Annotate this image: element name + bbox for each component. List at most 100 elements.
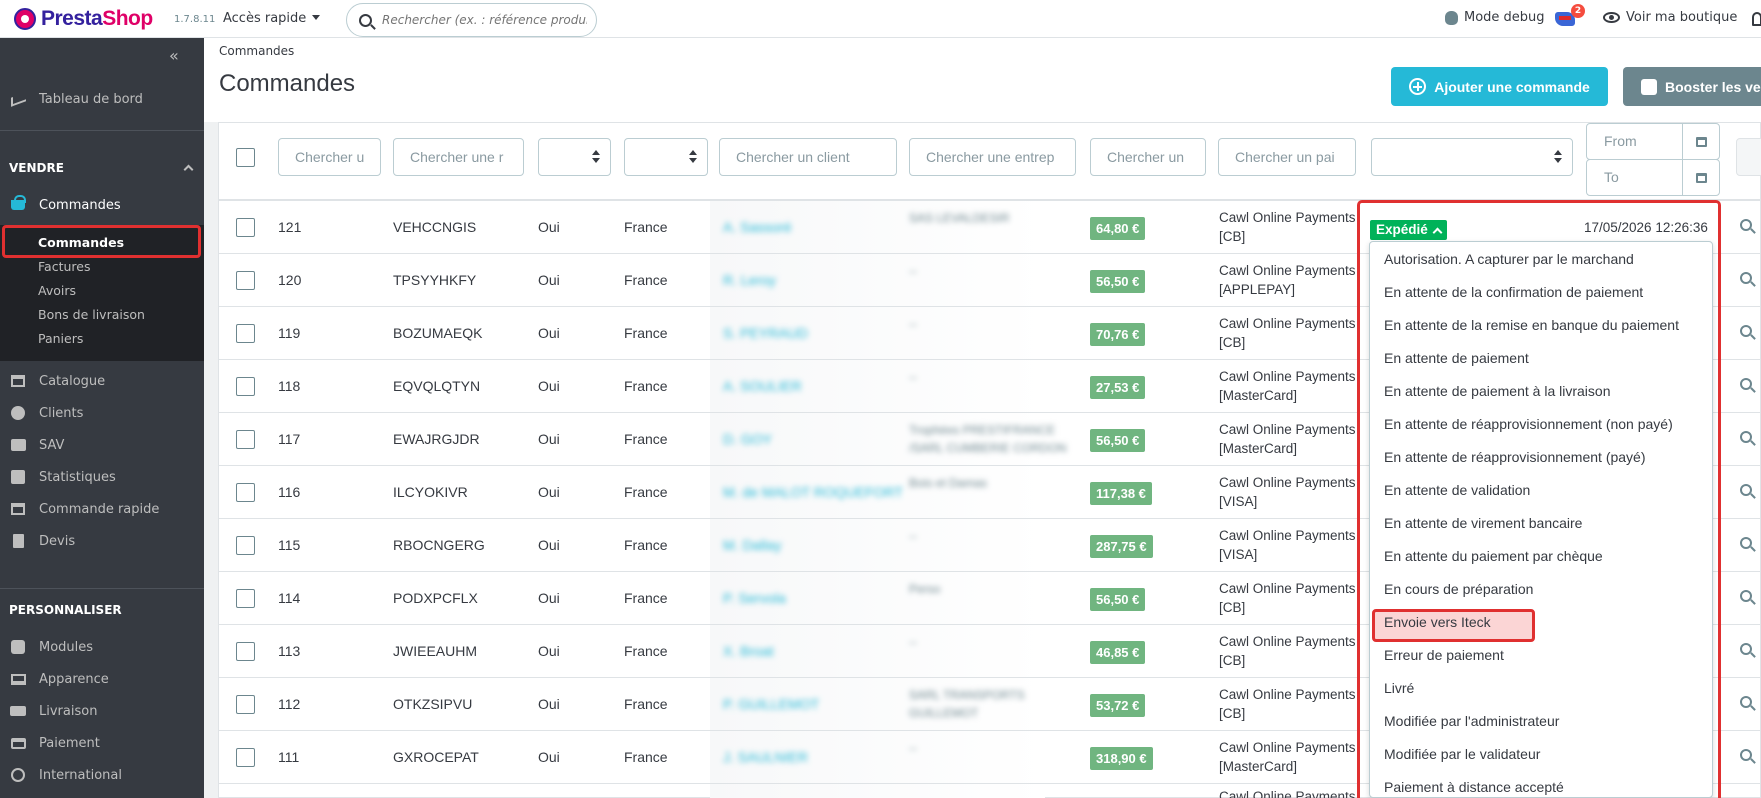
sidebar-item-catalog[interactable]: Catalogue <box>0 366 204 396</box>
order-id: 117 <box>278 431 301 447</box>
view-order-icon[interactable] <box>1740 643 1752 655</box>
breadcrumb[interactable]: Commandes <box>219 44 294 58</box>
boost-sales-button[interactable]: Booster les ventes <box>1623 67 1761 106</box>
status-option[interactable]: Autorisation. A capturer par le marchand <box>1384 251 1634 267</box>
status-option[interactable]: En attente de réapprovisionnement (payé) <box>1384 449 1646 465</box>
customer-link[interactable]: A. Sassoré <box>723 201 791 254</box>
view-order-icon[interactable] <box>1740 749 1752 761</box>
view-order-icon[interactable] <box>1740 590 1752 602</box>
select-all-checkbox[interactable] <box>236 148 255 167</box>
status-option[interactable]: Envoie vers Iteck <box>1384 614 1491 630</box>
status-option[interactable]: Modifiée par l'administrateur <box>1384 713 1559 729</box>
calendar-icon[interactable] <box>1682 124 1719 159</box>
customer-link[interactable]: J. SAULNIER <box>723 731 808 784</box>
filter-country-select[interactable] <box>624 138 708 176</box>
status-option[interactable]: En cours de préparation <box>1384 581 1533 597</box>
customer-link[interactable]: D. GOY <box>723 413 772 466</box>
sidebar-item-orders[interactable]: Commandes <box>0 164 204 220</box>
status-option[interactable]: En attente de réapprovisionnement (non p… <box>1384 416 1673 432</box>
calendar-icon[interactable] <box>1682 160 1719 195</box>
quick-access-dropdown[interactable]: Accès rapide <box>223 11 320 26</box>
sidebar-item-payment[interactable]: Paiement <box>0 728 204 758</box>
status-option[interactable]: En attente de validation <box>1384 482 1530 498</box>
status-option[interactable]: En attente de paiement <box>1384 350 1529 366</box>
customer-link[interactable]: P. Servola <box>723 572 786 625</box>
search-bar[interactable] <box>346 3 597 37</box>
filter-company-input[interactable]: Chercher une entrep <box>909 138 1076 176</box>
customer-link[interactable]: S. PEYRAUD <box>723 307 808 360</box>
status-badge[interactable]: Expédié <box>1370 220 1447 240</box>
sidebar-item-clients[interactable]: Clients <box>0 398 204 428</box>
row-checkbox[interactable] <box>236 589 255 608</box>
view-order-icon[interactable] <box>1740 325 1752 337</box>
collapse-sidebar-icon[interactable]: « <box>169 46 179 65</box>
sidebar-item-stats[interactable]: Statistiques <box>0 462 204 492</box>
sidebar-item-quick-order[interactable]: Commande rapide <box>0 494 204 524</box>
filter-id-input[interactable]: Chercher u <box>278 138 381 176</box>
filter-status-select[interactable] <box>1371 138 1573 176</box>
payment-name: Cawl Online Payments <box>1219 740 1356 755</box>
customer-link[interactable]: R. Leroy <box>723 254 776 307</box>
status-option[interactable]: Modifiée par le validateur <box>1384 746 1540 762</box>
customer-link[interactable]: A. SOULIER <box>723 360 802 413</box>
status-option[interactable]: Livré <box>1384 680 1414 696</box>
row-checkbox[interactable] <box>236 377 255 396</box>
status-option[interactable]: En attente de paiement à la livraison <box>1384 383 1610 399</box>
status-option[interactable]: Paiement à distance accepté <box>1384 779 1564 795</box>
add-order-button[interactable]: Ajouter une commande <box>1391 67 1608 106</box>
notifications-button[interactable]: 2 <box>1553 4 1585 30</box>
sidebar-item-dashboard[interactable]: Tableau de bord <box>0 84 204 114</box>
prestashop-logo[interactable]: PrestaShop <box>14 7 153 31</box>
row-checkbox[interactable] <box>236 483 255 502</box>
order-id: 116 <box>278 484 301 500</box>
sidebar-subitem-credit-slips[interactable]: Avoirs <box>0 278 204 302</box>
sidebar-subitem-carts[interactable]: Paniers <box>0 326 204 350</box>
row-checkbox[interactable] <box>236 536 255 555</box>
payment-type: [MasterCard] <box>1219 388 1298 403</box>
status-option[interactable]: En attente de virement bancaire <box>1384 515 1582 531</box>
sidebar-item-shipping[interactable]: Livraison <box>0 696 204 726</box>
status-option[interactable]: En attente de la confirmation de paiemen… <box>1384 284 1643 300</box>
customer-link[interactable]: P. GUILLEMOT <box>723 678 819 731</box>
customer-link[interactable]: M. Dallay <box>723 519 781 572</box>
filter-total-input[interactable]: Chercher un <box>1090 138 1206 176</box>
row-checkbox[interactable] <box>236 748 255 767</box>
view-order-icon[interactable] <box>1740 219 1752 231</box>
filter-payment-input[interactable]: Chercher un pai <box>1218 138 1356 176</box>
view-order-icon[interactable] <box>1740 272 1752 284</box>
payment-name: Cawl Online Payments <box>1219 528 1356 543</box>
view-order-icon[interactable] <box>1740 696 1752 708</box>
filter-date-to[interactable]: To <box>1586 159 1720 196</box>
view-order-icon[interactable] <box>1740 537 1752 549</box>
status-option[interactable]: En attente du paiement par chèque <box>1384 548 1603 564</box>
row-checkbox[interactable] <box>236 218 255 237</box>
row-checkbox[interactable] <box>236 642 255 661</box>
customer-link[interactable]: X. Broat <box>723 625 774 678</box>
status-option[interactable]: En attente de la remise en banque du pai… <box>1384 317 1679 333</box>
filter-date-from[interactable]: From <box>1586 123 1720 160</box>
filter-reference-input[interactable]: Chercher une r <box>393 138 524 176</box>
sidebar-item-sav[interactable]: SAV <box>0 430 204 460</box>
sidebar-item-modules[interactable]: Modules <box>0 632 204 662</box>
status-option[interactable]: Erreur de paiement <box>1384 647 1504 663</box>
view-order-icon[interactable] <box>1740 484 1752 496</box>
filter-client-input[interactable]: Chercher un client <box>719 138 897 176</box>
row-checkbox[interactable] <box>236 324 255 343</box>
debug-mode-link[interactable]: Mode debug <box>1445 10 1545 25</box>
sidebar-item-appearance[interactable]: Apparence <box>0 664 204 694</box>
order-reference: EQVQLQTYN <box>393 378 481 394</box>
sidebar-item-quotes[interactable]: Devis <box>0 526 204 556</box>
view-order-icon[interactable] <box>1740 378 1752 390</box>
filter-search-button[interactable] <box>1736 138 1761 176</box>
search-input[interactable] <box>382 13 587 27</box>
view-shop-link[interactable]: Voir ma boutique <box>1603 10 1737 25</box>
sidebar-item-international[interactable]: International <box>0 760 204 790</box>
row-checkbox[interactable] <box>236 430 255 449</box>
row-checkbox[interactable] <box>236 695 255 714</box>
bell-icon[interactable] <box>1752 12 1761 26</box>
row-checkbox[interactable] <box>236 271 255 290</box>
customer-link[interactable]: M. de MALOT ROQUEFORT <box>723 466 903 519</box>
view-order-icon[interactable] <box>1740 431 1752 443</box>
filter-new-client-select[interactable] <box>538 138 611 176</box>
sidebar-subitem-delivery-slips[interactable]: Bons de livraison <box>0 302 204 326</box>
